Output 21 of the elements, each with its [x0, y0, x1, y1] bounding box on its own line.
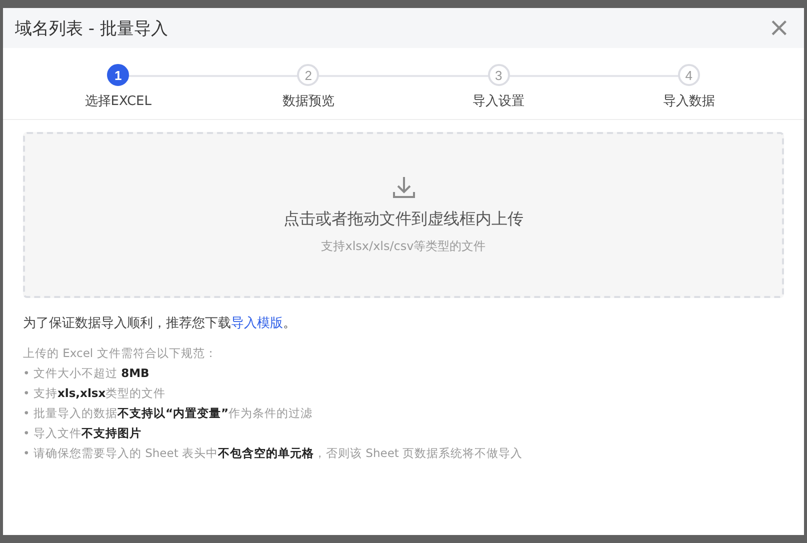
step-label: 选择EXCEL — [84, 93, 152, 110]
step-label: 导入设置 — [472, 93, 525, 110]
template-link[interactable]: 导入模版 — [231, 316, 283, 331]
step-number: 2 — [297, 64, 320, 86]
upload-hint: 支持xlsx/xls/csv等类型的文件 — [321, 238, 486, 255]
rule-text: • 文件大小不超过 8MB — [23, 366, 150, 381]
dialog-title: 域名列表 - 批量导入 — [15, 18, 168, 40]
rule-text: 上传的 Excel 文件需符合以下规范： — [23, 346, 218, 361]
rule-text: • 批量导入的数据不支持以“内置变量”作为条件的过滤 — [23, 406, 314, 421]
close-button[interactable]: × — [764, 15, 794, 41]
step-number: 4 — [678, 64, 700, 86]
download-icon — [390, 175, 416, 201]
step-number: 3 — [488, 64, 510, 86]
template-notice: 为了保证数据导入顺利，推荐您下载导入模版。 — [23, 315, 297, 332]
rule-text: • 请确保您需要导入的 Sheet 表头中不包含空的单元格，否则该 Sheet 页数据系统将不做导入 — [23, 446, 524, 461]
step-label: 数据预览 — [282, 93, 334, 110]
rule-text: • 支持xls,xlsx类型的文件 — [23, 386, 167, 401]
rule-text: • 导入文件不支持图片 — [23, 426, 142, 441]
upload-instruction: 点击或者拖动文件到虚线框内上传 — [284, 209, 524, 230]
step-label: 导入数据 — [662, 93, 715, 110]
step-number: 1 — [107, 64, 130, 86]
